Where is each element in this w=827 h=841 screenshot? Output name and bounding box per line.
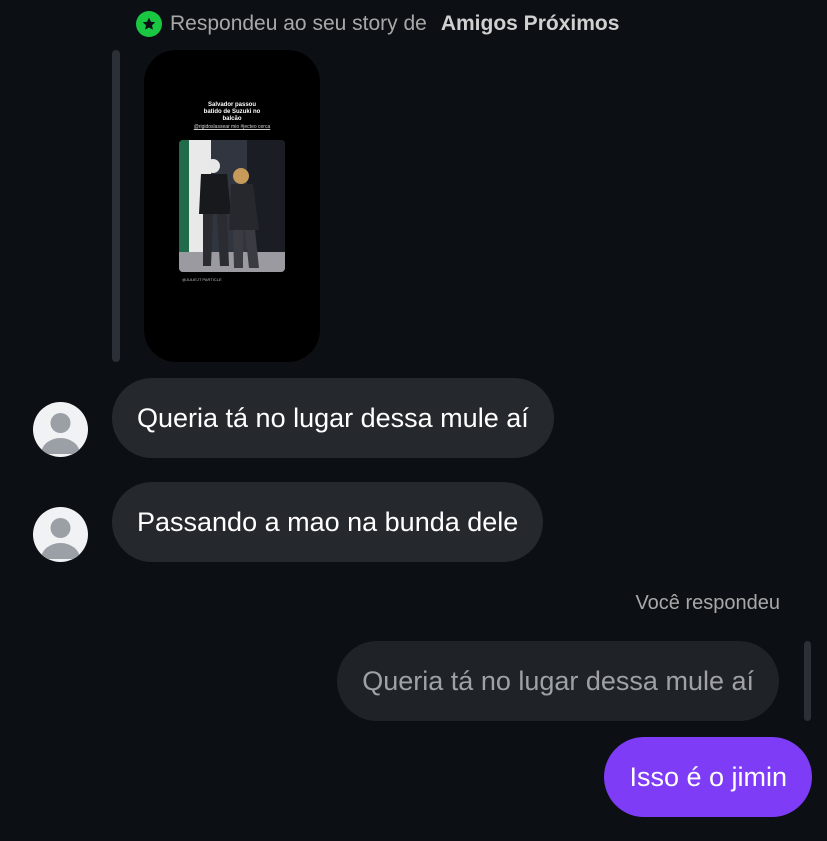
message-text: Queria tá no lugar dessa mule aí [137, 402, 529, 433]
story-credit: @JULIEJT PARTICLE [182, 277, 222, 282]
story-thread-line [112, 50, 120, 362]
message-bubble[interactable]: Queria tá no lugar dessa mule aí [112, 378, 554, 458]
you-replied-label: Você respondeu [635, 592, 780, 614]
outgoing-text: Isso é o jimin [629, 761, 787, 792]
story-preview[interactable]: Salvador passou batido de Suzuki no balc… [144, 50, 320, 362]
story-reply-prefix: Respondeu ao seu story de [170, 12, 427, 35]
story-handles: @rigidoslassear mio #jecteo cerca [193, 124, 271, 130]
message-text: Passando a mao na bunda dele [137, 506, 519, 537]
message-bubble[interactable]: Passando a mao na bunda dele [112, 482, 544, 562]
quoted-text: Queria tá no lugar dessa mule aí [362, 665, 754, 696]
close-friends-label[interactable]: Amigos Próximos [441, 12, 620, 36]
quoted-message[interactable]: Queria tá no lugar dessa mule aí [337, 641, 779, 721]
avatar[interactable] [33, 402, 88, 457]
avatar[interactable] [33, 507, 88, 562]
outgoing-message[interactable]: Isso é o jimin [604, 737, 812, 817]
quote-line [804, 641, 811, 721]
story-photo [179, 140, 285, 272]
story-caption: Salvador passou batido de Suzuki no balc… [203, 102, 261, 122]
star-icon [136, 11, 162, 37]
story-reply-header: Respondeu ao seu story de Amigos Próximos [136, 10, 619, 38]
